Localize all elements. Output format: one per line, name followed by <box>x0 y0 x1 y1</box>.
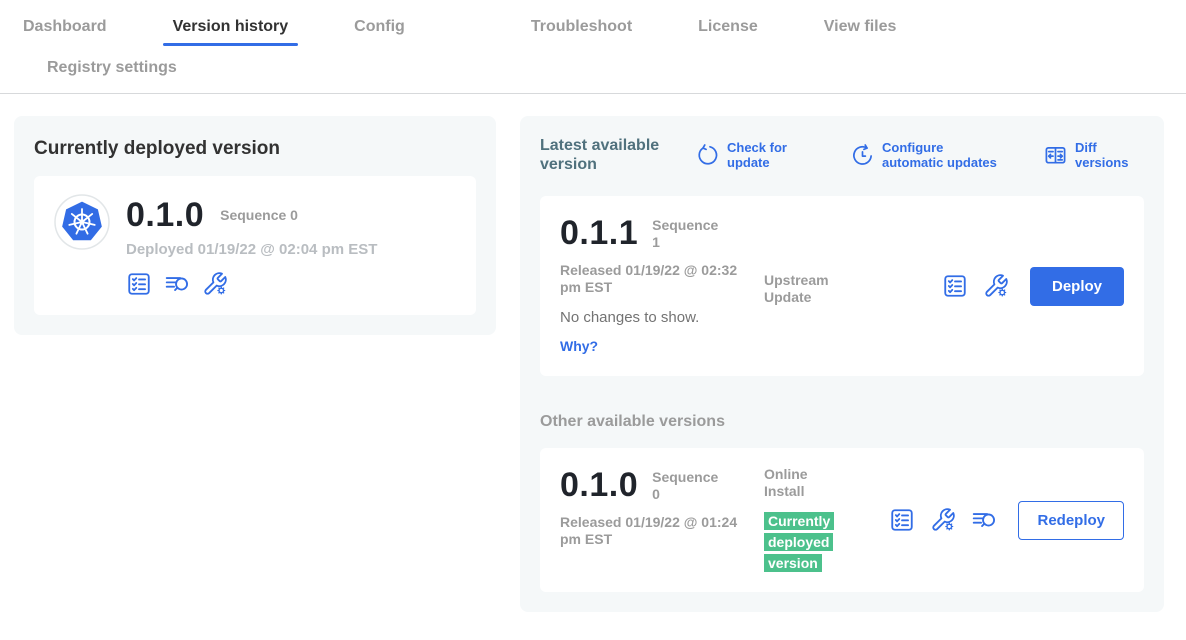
tab-license[interactable]: License <box>698 16 758 38</box>
diff-icon <box>1044 144 1067 167</box>
tab-version-history-label: Version history <box>173 18 289 35</box>
nav-row-2: Registry settings <box>0 57 1186 79</box>
refresh-icon <box>696 144 719 167</box>
tab-troubleshoot-label: Troubleshoot <box>531 18 632 35</box>
other-release-controls: Redeploy <box>889 501 1124 540</box>
latest-release-info: 0.1.1 Sequence 1 Released 01/19/22 @ 02:… <box>560 214 756 354</box>
diff-versions-label: Diff versions <box>1075 140 1144 170</box>
tab-config[interactable]: Config <box>354 16 405 38</box>
configure-automatic-updates-link[interactable]: Configure automatic updates <box>851 140 1006 170</box>
active-tab-underline <box>163 43 299 46</box>
tab-view-files-label: View files <box>824 18 897 35</box>
latest-release-source: Upstream Update <box>764 214 884 306</box>
diff-versions-link[interactable]: Diff versions <box>1044 140 1144 170</box>
main-content: Currently deployed version <box>0 94 1186 612</box>
top-navigation: Dashboard Version history Config Trouble… <box>0 0 1186 94</box>
edit-config-icon[interactable] <box>930 507 956 533</box>
online-install-label: Online Install <box>764 466 850 500</box>
deployed-version-info: 0.1.0 Sequence 0 Deployed 01/19/22 @ 02:… <box>126 194 377 297</box>
latest-version-number: 0.1.1 <box>560 214 638 252</box>
tab-troubleshoot[interactable]: Troubleshoot <box>531 16 632 38</box>
tab-dashboard-label: Dashboard <box>23 18 107 35</box>
header-actions: Check for update Configure automatic upd… <box>696 140 1144 170</box>
latest-release-card: 0.1.1 Sequence 1 Released 01/19/22 @ 02:… <box>540 196 1144 376</box>
tab-dashboard[interactable]: Dashboard <box>23 16 107 38</box>
currently-deployed-badge-label: Currently deployed version <box>764 512 834 572</box>
no-changes-note: No changes to show. <box>560 309 756 326</box>
other-release-source: Online Install Currently deployed versio… <box>764 466 884 574</box>
other-sequence-label: Sequence 0 <box>652 469 718 503</box>
deployed-timestamp: Deployed 01/19/22 @ 02:04 pm EST <box>126 241 377 258</box>
preflight-checks-icon[interactable] <box>889 507 915 533</box>
tab-license-label: License <box>698 18 758 35</box>
edit-config-icon[interactable] <box>202 271 228 297</box>
deploy-button[interactable]: Deploy <box>1030 267 1124 306</box>
kubernetes-logo-icon <box>54 194 110 297</box>
schedule-update-icon <box>851 144 874 167</box>
other-release-card: 0.1.0 Sequence 0 Released 01/19/22 @ 01:… <box>540 448 1144 592</box>
upstream-update-label: Upstream Update <box>764 272 850 306</box>
other-available-versions-title: Other available versions <box>540 413 1144 431</box>
deployed-action-icons <box>126 271 377 297</box>
latest-released-timestamp: Released 01/19/22 @ 02:32 pm EST <box>560 262 738 296</box>
release-notes-icon[interactable] <box>164 271 190 297</box>
tab-version-history[interactable]: Version history <box>173 16 289 38</box>
currently-deployed-badge: Currently deployed version <box>764 511 844 574</box>
currently-deployed-panel: Currently deployed version <box>14 116 496 335</box>
why-link[interactable]: Why? <box>560 338 756 354</box>
configure-automatic-updates-label: Configure automatic updates <box>882 140 1006 170</box>
tab-registry-settings-label: Registry settings <box>47 59 177 76</box>
latest-available-title: Latest available version <box>540 136 678 174</box>
latest-sequence-label: Sequence 1 <box>652 217 718 251</box>
latest-available-panel: Latest available version Check for updat… <box>520 116 1164 612</box>
preflight-checks-icon[interactable] <box>942 273 968 299</box>
redeploy-button[interactable]: Redeploy <box>1018 501 1124 540</box>
tab-registry-settings[interactable]: Registry settings <box>47 57 1186 79</box>
tab-view-files[interactable]: View files <box>824 16 897 38</box>
nav-row-1: Dashboard Version history Config Trouble… <box>0 16 1186 38</box>
edit-config-icon[interactable] <box>983 273 1009 299</box>
other-version-number: 0.1.0 <box>560 466 638 504</box>
preflight-checks-icon[interactable] <box>126 271 152 297</box>
check-for-update-link[interactable]: Check for update <box>696 140 813 170</box>
deployed-sequence-label: Sequence 0 <box>220 207 298 224</box>
other-released-timestamp: Released 01/19/22 @ 01:24 pm EST <box>560 514 738 548</box>
latest-release-controls: Deploy <box>942 267 1124 306</box>
currently-deployed-title: Currently deployed version <box>34 138 476 160</box>
check-for-update-label: Check for update <box>727 140 813 170</box>
latest-available-header: Latest available version Check for updat… <box>540 136 1144 174</box>
tab-config-label: Config <box>354 18 405 35</box>
other-release-info: 0.1.0 Sequence 0 Released 01/19/22 @ 01:… <box>560 466 756 548</box>
release-notes-icon[interactable] <box>971 507 997 533</box>
currently-deployed-card: 0.1.0 Sequence 0 Deployed 01/19/22 @ 02:… <box>34 176 476 315</box>
deployed-version-number: 0.1.0 <box>126 196 204 234</box>
